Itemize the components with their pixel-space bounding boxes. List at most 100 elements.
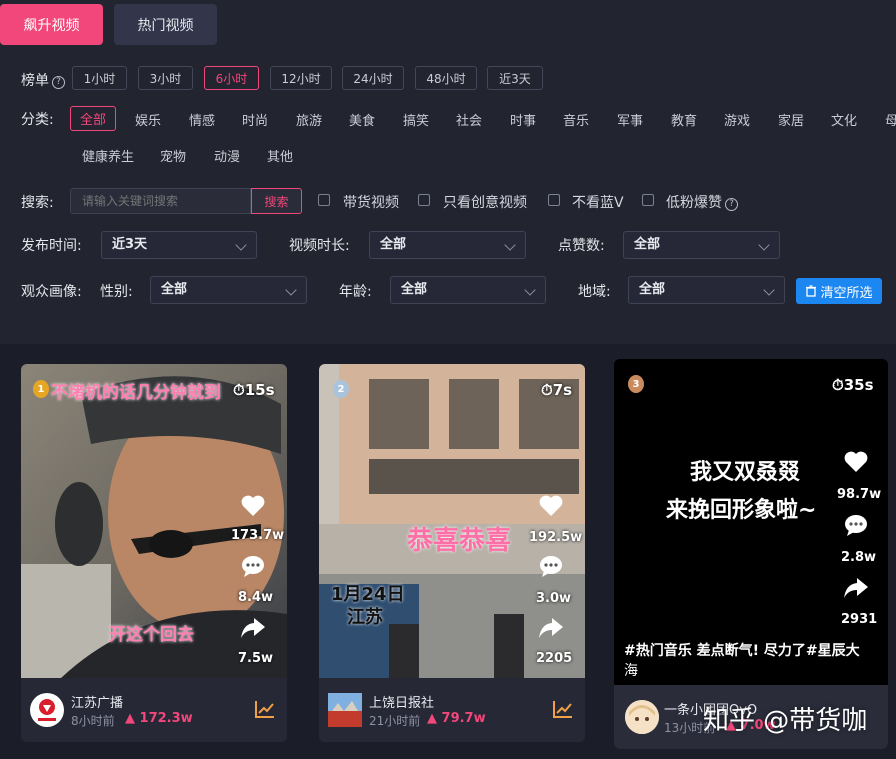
trend-chart-icon[interactable] [553,700,573,718]
checkbox-hide-blue-v-label[interactable]: 不看蓝V [572,192,624,212]
category-label: 分类: [21,112,54,128]
comment-icon[interactable] [843,513,869,537]
share-icon[interactable] [843,576,869,600]
avatar[interactable] [625,700,659,734]
heart-icon[interactable] [538,494,564,518]
checkbox-low-fans-viral-label: 低粉爆赞? [666,192,738,212]
checkbox-creative-only-label[interactable]: 只看创意视频 [443,192,527,212]
age-select[interactable]: 全部 [390,276,546,304]
rank-pill-1h[interactable]: 1小时 [72,66,127,90]
category-anime[interactable]: 动漫 [214,146,240,165]
category-society[interactable]: 社会 [456,110,482,129]
share-count: 7.5w [238,651,274,666]
help-icon[interactable]: ? [725,198,738,211]
video-subtitle: 开这个回去 [109,625,194,645]
rank-pill-6h[interactable]: 6小时 [204,66,259,90]
chevron-down-icon [524,284,536,296]
category-funny[interactable]: 搞笑 [403,110,429,129]
checkbox-goods-video-label[interactable]: 带货视频 [343,192,399,212]
duration-value: 35s [843,376,874,394]
likes-value: 全部 [634,237,661,252]
comment-count: 2.8w [841,550,877,565]
search-button[interactable]: 搜索 [251,188,302,214]
duration-value: 全部 [380,237,407,252]
search-input[interactable] [70,188,251,214]
rank-pill-48h[interactable]: 48小时 [415,66,477,90]
category-education[interactable]: 教育 [671,110,697,129]
trend-chart-icon[interactable] [255,700,275,718]
comment-icon[interactable] [240,554,266,578]
video-card-2[interactable]: 2 ⏱7s 恭喜恭喜 1月24日 江苏 192.5w 3.0w 2205 上饶日… [319,364,585,742]
category-mother-baby[interactable]: 母 [885,110,896,129]
category-all[interactable]: 全部 [70,106,117,131]
video-overlay-text: 不堵机的话几分钟就到 [51,383,221,403]
category-current-affairs[interactable]: 时事 [510,110,536,129]
rank-pill-12h[interactable]: 12小时 [270,66,332,90]
checkbox-low-fans-viral[interactable] [642,194,654,206]
clear-selection-button[interactable]: 清空所选 [796,278,882,304]
category-pets[interactable]: 宠物 [160,146,186,165]
heart-icon[interactable] [843,450,869,474]
author-name[interactable]: 江苏广播 [71,692,123,711]
chevron-down-icon [758,239,770,251]
rank-label: 榜单? [21,70,65,90]
checkbox-goods-video[interactable] [318,194,330,206]
rank-pill-24h[interactable]: 24小时 [342,66,404,90]
comment-count: 8.4w [238,590,274,605]
growth-count: ▲ 79.7w [427,711,486,726]
duration-select[interactable]: 全部 [369,231,526,259]
audience-label: 观众画像: [21,284,82,300]
share-icon[interactable] [538,616,564,640]
category-entertainment[interactable]: 娱乐 [135,110,161,129]
author-name[interactable]: 上饶日报社 [369,692,434,711]
like-count: 98.7w [837,487,882,502]
video-card-3[interactable]: 3 ⏱35s 我又双叒叕 来挽回形象啦~ 98.7w 2.8w 2931 #热门… [614,359,888,749]
rank-badge: 2 [333,380,349,398]
avatar[interactable] [30,693,64,727]
rank-pill-3h[interactable]: 3小时 [138,66,193,90]
video-caption-line-2: 海 [624,663,638,679]
help-icon[interactable]: ? [52,76,65,89]
avatar[interactable] [328,693,362,727]
tab-hot-videos[interactable]: 热门视频 [114,4,217,45]
category-military[interactable]: 军事 [617,110,643,129]
category-food[interactable]: 美食 [349,110,375,129]
growth-count: ▲ 172.3w [125,711,193,726]
video-overlay-line-2: 来挽回形象啦~ [666,498,817,523]
rank-pill-3d[interactable]: 近3天 [487,66,543,90]
category-music[interactable]: 音乐 [563,110,589,129]
card-footer: 上饶日报社 21小时前 ▲ 79.7w [319,678,585,742]
cartoon-avatar [625,700,659,734]
post-time: 8小时前 [71,714,115,728]
category-culture[interactable]: 文化 [831,110,857,129]
region-value: 全部 [639,282,666,297]
category-other[interactable]: 其他 [267,146,293,165]
gender-select[interactable]: 全部 [150,276,307,304]
share-icon[interactable] [240,616,266,640]
comment-icon[interactable] [538,554,564,578]
chevron-down-icon [763,284,775,296]
category-fashion[interactable]: 时尚 [242,110,268,129]
checkbox-creative-only[interactable] [418,194,430,206]
publish-time-select[interactable]: 近3天 [101,231,257,259]
age-value: 全部 [401,282,428,297]
category-health[interactable]: 健康养生 [82,146,134,165]
category-travel[interactable]: 旅游 [296,110,322,129]
category-emotion[interactable]: 情感 [189,110,215,129]
rank-badge: 3 [628,375,644,393]
low-fans-viral-text[interactable]: 低粉爆赞 [666,195,722,211]
growth-value: 79.7w [441,711,486,726]
video-card-1[interactable]: 1 不堵机的话几分钟就到 ⏱15s 开这个回去 173.7w 8.4w 7.5w… [21,364,287,742]
share-count: 2205 [536,651,573,666]
category-home[interactable]: 家居 [778,110,804,129]
duration-badge: ⏱7s [541,381,573,399]
tab-rising-videos[interactable]: 飙升视频 [0,4,103,45]
like-count: 192.5w [529,530,583,545]
likes-select[interactable]: 全部 [623,231,780,259]
checkbox-hide-blue-v[interactable] [548,194,560,206]
category-games[interactable]: 游戏 [724,110,750,129]
heart-icon[interactable] [240,494,266,518]
search-label: 搜索: [21,195,54,211]
post-time: 21小时前 [369,714,421,728]
region-select[interactable]: 全部 [628,276,785,304]
